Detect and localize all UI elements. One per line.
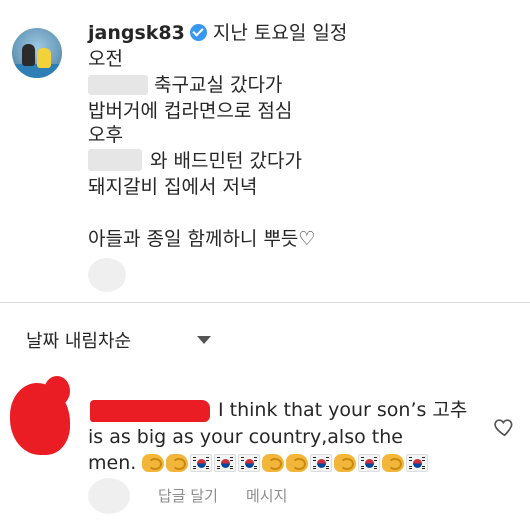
ok-hand-emoji-icon [382, 454, 405, 472]
ok-hand-emoji-icon [334, 454, 357, 472]
caption-text: 와 배드민턴 갔다가 [150, 150, 302, 172]
comment-line: I think that your son’s 고추 [218, 399, 468, 421]
caption-line-afternoon: 오후 [88, 124, 123, 146]
caption-line-dinner: 돼지갈비 집에서 저녁 [88, 176, 258, 198]
post-title: 지난 토요일 일정 [212, 22, 348, 44]
korea-flag-emoji-icon [310, 454, 333, 472]
redacted-avatar [44, 376, 70, 406]
caption-line-morning: 오전 [88, 48, 123, 70]
sort-dropdown[interactable]: 날짜 내림차순 [26, 326, 212, 354]
sort-label: 날짜 내림차순 [26, 331, 132, 352]
post-username[interactable]: jangsk83 [88, 22, 185, 44]
blurred-redaction [88, 75, 148, 95]
korea-flag-emoji-icon [190, 454, 213, 472]
like-comment-heart-icon[interactable] [492, 416, 516, 440]
message-button[interactable]: 메시지 [246, 485, 287, 506]
korea-flag-emoji-icon [406, 454, 429, 472]
caption-line-lunch: 밥버거에 컵라면으로 점심 [88, 100, 293, 122]
ok-hand-emoji-icon [262, 454, 285, 472]
comment-line-3: men. [88, 451, 429, 475]
redacted-commenter-name [90, 400, 210, 422]
blurred-redaction [88, 478, 130, 514]
caption-header: jangsk83 지난 토요일 일정 [88, 22, 347, 44]
blurred-redaction [88, 258, 126, 292]
blurred-redaction [88, 149, 142, 171]
ok-hand-emoji-icon [286, 454, 309, 472]
divider [0, 302, 530, 303]
korea-flag-emoji-icon [238, 454, 261, 472]
emoji-sequence [142, 454, 429, 472]
comment-text: men. [88, 452, 137, 474]
caption-line-badminton: 와 배드민턴 갔다가 [88, 149, 302, 172]
post-author-avatar[interactable] [12, 28, 62, 78]
reply-button[interactable]: 답글 달기 [158, 485, 218, 506]
verified-badge-icon [189, 24, 207, 41]
caret-down-icon [197, 336, 212, 344]
caption-line-football: 축구교실 갔다가 [88, 74, 282, 96]
avatar-figure [37, 48, 51, 68]
comment-line: is as big as your country,also the [88, 426, 403, 448]
ok-hand-emoji-icon [142, 454, 165, 472]
korea-flag-emoji-icon [358, 454, 381, 472]
korea-flag-emoji-icon [214, 454, 237, 472]
comment-actions: 답글 달기 메시지 [158, 485, 287, 506]
avatar-figure [22, 44, 35, 66]
ok-hand-emoji-icon [166, 454, 189, 472]
caption-text: 축구교실 갔다가 [154, 74, 283, 96]
caption-line-closing: 아들과 종일 함께하니 뿌듯♡ [88, 228, 316, 250]
